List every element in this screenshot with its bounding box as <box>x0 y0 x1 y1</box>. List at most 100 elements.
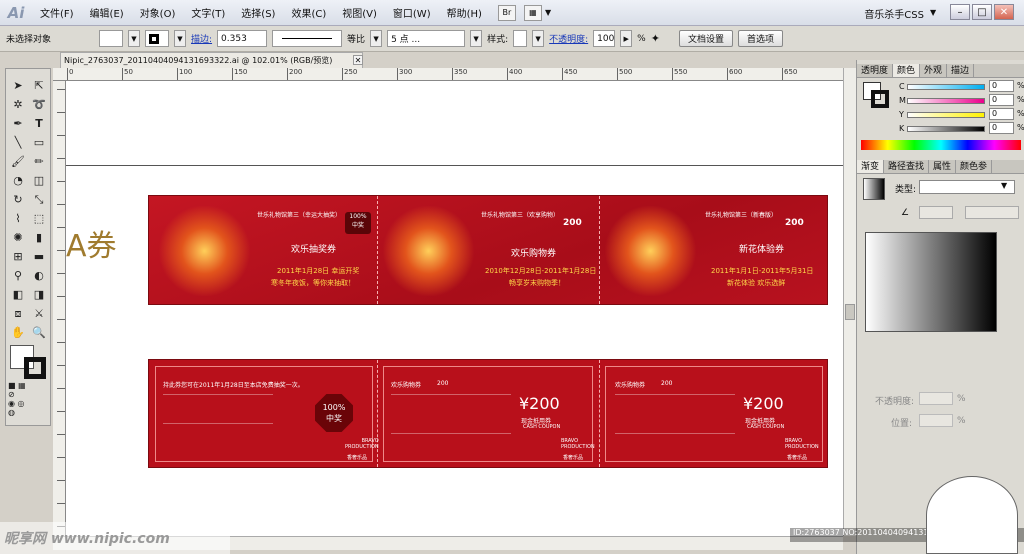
magic-wand-tool-icon[interactable]: ✲ <box>8 96 28 113</box>
chevron-down-icon[interactable]: ▼ <box>930 8 936 17</box>
scroll-thumb[interactable] <box>845 304 855 320</box>
artboard-canvas[interactable]: A券 世乐礼物馆第三（幸运大抽奖） 100% 中奖 欢乐抽奖券 2011年1月2… <box>66 81 843 536</box>
warp-tool-icon[interactable]: ⌇ <box>8 210 28 227</box>
tab-gradient[interactable]: 渐变 <box>857 160 885 173</box>
tab-stroke[interactable]: 描边 <box>947 64 975 77</box>
tab-color[interactable]: 颜色 <box>893 64 921 77</box>
eyedropper-tool-icon[interactable]: ⚲ <box>8 267 28 284</box>
menu-view[interactable]: 视图(V) <box>334 5 385 20</box>
close-button[interactable]: ✕ <box>994 4 1014 20</box>
stroke-weight-field[interactable]: 0.353 <box>217 30 268 47</box>
menu-select[interactable]: 选择(S) <box>233 5 283 20</box>
style-dropdown[interactable]: ▼ <box>532 30 545 47</box>
paintbrush-tool-icon[interactable]: 🖌 <box>8 153 28 170</box>
minimize-button[interactable]: – <box>950 4 970 20</box>
stroke-color-swatch[interactable] <box>24 357 46 379</box>
preferences-button[interactable]: 首选项 <box>737 30 783 47</box>
selection-tool-icon[interactable]: ➤ <box>8 77 28 94</box>
gradient-location-field[interactable] <box>919 414 953 427</box>
tab-color-guide[interactable]: 颜色参 <box>956 160 993 173</box>
menu-object[interactable]: 对象(O) <box>132 5 184 20</box>
color-spectrum[interactable] <box>861 140 1021 150</box>
menu-window[interactable]: 窗口(W) <box>385 5 439 20</box>
coupon-front-strip[interactable]: 世乐礼物馆第三（幸运大抽奖） 100% 中奖 欢乐抽奖券 2011年1月28日 … <box>148 195 828 305</box>
menu-type[interactable]: 文字(T) <box>183 5 233 20</box>
menu-file[interactable]: 文件(F) <box>32 5 82 20</box>
tab-pathfinder[interactable]: 路径查找 <box>884 160 930 173</box>
tab-transparency[interactable]: 透明度 <box>857 64 894 77</box>
restore-button[interactable]: □ <box>972 4 992 20</box>
symbol-sprayer-tool-icon[interactable]: ✺ <box>8 229 28 246</box>
opacity-link[interactable]: 不透明度: <box>549 32 588 45</box>
tab-attributes[interactable]: 属性 <box>929 160 957 173</box>
rotate-tool-icon[interactable]: ↻ <box>8 191 28 208</box>
aspect-ratio-field[interactable] <box>965 206 1019 219</box>
stroke-link[interactable]: 描边: <box>191 32 212 45</box>
y-field[interactable]: 0 <box>989 108 1014 120</box>
graph-tool-icon[interactable]: ▮ <box>29 229 49 246</box>
vertical-scrollbar[interactable] <box>843 68 856 536</box>
lasso-tool-icon[interactable]: ➰ <box>29 96 49 113</box>
menu-edit[interactable]: 编辑(E) <box>82 5 132 20</box>
scale-tool-icon[interactable]: ⤡ <box>29 191 49 208</box>
style-label: 样式: <box>487 35 509 45</box>
opacity-field[interactable]: 100 <box>593 30 616 47</box>
eraser-tool-icon[interactable]: ◫ <box>29 172 49 189</box>
coupon-back-strip[interactable]: 持此券您可在2011年1月28日至本店免费抽奖一次。 100% 中奖 BRAVO… <box>148 359 828 468</box>
workspace-switcher[interactable]: 音乐杀手CSS <box>864 6 924 21</box>
tab-appearance[interactable]: 外观 <box>920 64 948 77</box>
gradient-tool-icon[interactable]: ▬ <box>29 248 49 265</box>
gradient-opacity-field[interactable] <box>919 392 953 405</box>
close-icon[interactable]: ✕ <box>353 55 363 65</box>
rectangle-tool-icon[interactable]: ▭ <box>29 134 49 151</box>
free-transform-tool-icon[interactable]: ⬚ <box>29 210 49 227</box>
stroke-color-swatch[interactable] <box>871 90 889 108</box>
type-tool-icon[interactable]: T <box>29 115 49 132</box>
gradient-slider[interactable] <box>865 232 997 332</box>
style-swatch[interactable] <box>513 30 528 47</box>
pencil-tool-icon[interactable]: ✏ <box>29 153 49 170</box>
location-unit: % <box>957 416 966 426</box>
mesh-tool-icon[interactable]: ⊞ <box>8 248 28 265</box>
direct-selection-tool-icon[interactable]: ⇱ <box>29 77 49 94</box>
bridge-button[interactable]: Br <box>497 4 516 21</box>
slice-tool-icon[interactable]: ⚔ <box>29 305 49 322</box>
stroke-dropdown[interactable]: ▼ <box>174 30 186 47</box>
chevron-down-icon[interactable]: ▼ <box>545 8 551 17</box>
control-bar: 未选择对象 ▼ ▼ 描边: 0.353 等比 ▼ 5 点 ... ▼ 样式: ▼… <box>0 26 1024 52</box>
blob-brush-tool-icon[interactable]: ◔ <box>8 172 28 189</box>
hand-tool-icon[interactable]: ✋ <box>8 324 28 341</box>
angle-field[interactable] <box>919 206 953 219</box>
color-mode-icon[interactable]: ■ ▦ ⊘ <box>8 381 28 399</box>
gradient-thumbnail[interactable] <box>863 178 885 200</box>
brush-field[interactable]: 5 点 ... <box>387 30 466 47</box>
k-field[interactable]: 0 <box>989 122 1014 134</box>
ratio-dropdown[interactable]: ▼ <box>370 30 383 47</box>
document-setup-button[interactable]: 文档设置 <box>678 30 733 47</box>
fill-dropdown[interactable]: ▼ <box>128 30 140 47</box>
fill-swatch[interactable] <box>99 30 123 47</box>
recolor-icon[interactable]: ✦ <box>651 32 660 45</box>
opacity-stepper[interactable]: ▶ <box>620 30 633 47</box>
coupon-amount: 200 <box>661 380 673 387</box>
brush-dropdown[interactable]: ▼ <box>470 30 483 47</box>
line-tool-icon[interactable]: ╲ <box>8 134 28 151</box>
chevron-down-icon[interactable]: ▼ <box>1001 181 1007 190</box>
draw-mode-icon[interactable]: ◉ ◎ ◍ <box>8 399 28 417</box>
zoom-tool-icon[interactable]: 🔍 <box>29 324 49 341</box>
artboard-tool-icon[interactable]: ⧈ <box>8 305 28 322</box>
ruler-tick-label: 0 <box>67 68 73 80</box>
m-field[interactable]: 0 <box>989 94 1014 106</box>
blend-tool-icon[interactable]: ◐ <box>29 267 49 284</box>
document-tab[interactable]: Nipic_2763037_20110404094131693322.ai @ … <box>60 52 363 68</box>
c-field[interactable]: 0 <box>989 80 1014 92</box>
menu-help[interactable]: 帮助(H) <box>439 5 490 20</box>
stroke-profile[interactable] <box>272 30 343 47</box>
coupon-title: 新花体验券 <box>739 245 785 255</box>
arrange-documents-icon[interactable]: ▦ <box>523 4 542 21</box>
menu-effect[interactable]: 效果(C) <box>283 5 334 20</box>
pen-tool-icon[interactable]: ✒ <box>8 115 28 132</box>
live-paint-selection-tool-icon[interactable]: ◨ <box>29 286 49 303</box>
stroke-swatch[interactable] <box>145 30 169 47</box>
live-paint-tool-icon[interactable]: ◧ <box>8 286 28 303</box>
